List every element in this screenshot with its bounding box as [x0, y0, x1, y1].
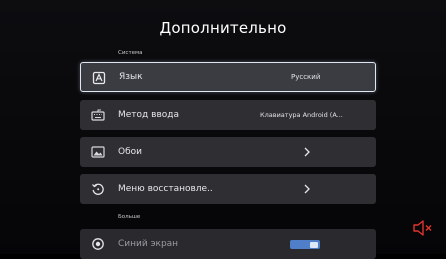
toggle-knob: [310, 241, 318, 248]
setting-label: Синий экран: [118, 239, 179, 249]
setting-label: Меню восстановле..: [118, 184, 213, 194]
setting-row-blue-screen[interactable]: Синий экран: [80, 229, 376, 259]
chevron-right-icon: [304, 184, 310, 194]
setting-value: Русский: [291, 73, 321, 81]
setting-label: Метод ввода: [118, 110, 179, 120]
setting-row-input-method[interactable]: Метод ввода Клавиатура Android (A...: [80, 100, 376, 130]
setting-row-restore-menu[interactable]: Меню восстановле..: [80, 174, 376, 204]
blue-screen-icon: [92, 238, 104, 250]
section-header-system: Система: [118, 50, 143, 56]
language-icon: [92, 71, 106, 85]
setting-label: Обои: [118, 147, 142, 157]
setting-value: Клавиатура Android (A...: [260, 111, 343, 119]
keyboard-icon: [91, 109, 105, 121]
settings-screen: Дополнительно Система Язык Русский Метод…: [0, 0, 446, 259]
setting-row-wallpaper[interactable]: Обои: [80, 137, 376, 167]
blue-screen-toggle[interactable]: [290, 240, 320, 249]
setting-label: Язык: [119, 72, 143, 82]
setting-row-language[interactable]: Язык Русский: [80, 62, 376, 92]
page-title: Дополнительно: [159, 19, 287, 37]
restore-icon: [92, 183, 104, 195]
section-header-more: Больше: [118, 214, 141, 220]
chevron-right-icon: [304, 147, 310, 157]
wallpaper-icon: [91, 146, 105, 158]
mute-speaker-icon: [413, 220, 432, 236]
